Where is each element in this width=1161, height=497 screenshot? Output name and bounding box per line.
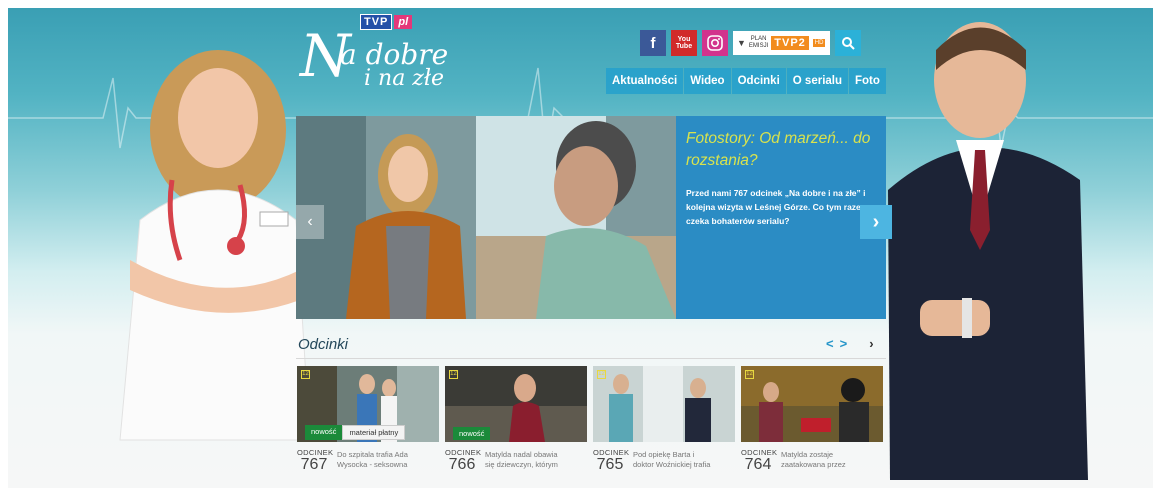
nav-item-aktualnosci[interactable]: Aktualności [606, 68, 684, 94]
new-badge: nowość [305, 425, 343, 440]
episode-thumbnail[interactable]: 12 nowość materiał płatny [297, 366, 439, 442]
episode-number-box: ODCINEK 765 [593, 448, 629, 473]
episode-number-box: ODCINEK 767 [297, 448, 333, 473]
episode-meta: ODCINEK 765 Pod opiekę Barta i doktor Woź… [593, 448, 735, 473]
divider [296, 358, 886, 359]
episode-description: Matylda nadal obawia się dziewczyn, który… [485, 450, 558, 469]
episode-card[interactable]: 12 nowość materiał płatny ODCINEK 767 Do… [297, 366, 439, 473]
social-bar: f You Tube ▼ PLAN EMISJI TVP2 HD [640, 30, 862, 56]
youtube-icon[interactable]: You Tube [671, 30, 697, 56]
nav-item-foto[interactable]: Foto [849, 68, 886, 94]
page: TVP pl N a dobre i na złe f You Tube ▼ PL… [0, 0, 1161, 497]
episodes-pager: < > › [826, 336, 874, 351]
hero-next-button[interactable]: › [860, 205, 892, 239]
hero-photo[interactable] [296, 116, 676, 319]
search-icon [842, 37, 856, 50]
nav-item-wideo[interactable]: Wideo [684, 68, 731, 94]
episodes-next-icon[interactable]: > [840, 336, 848, 351]
show-logo-line2: i na złe [364, 66, 445, 91]
episode-number: 767 [300, 456, 328, 473]
episodes-heading[interactable]: Odcinki [298, 336, 348, 353]
episode-number: 766 [448, 456, 476, 473]
episode-card[interactable]: 12 ODCINEK 764 Matylda zostaje zaatakowan… [741, 366, 883, 473]
episode-meta: ODCINEK 767 Do szpitala trafia Ada Wysock… [297, 448, 439, 473]
episode-description: Pod opiekę Barta i doktor Woźnickiej traf… [633, 450, 711, 469]
hero-slider: Fotostory: Od marzeń... do rozstania? Pr… [296, 116, 886, 319]
episode-thumbnail-image [741, 366, 883, 442]
episode-thumbnail[interactable]: 12 [593, 366, 735, 442]
episode-number-box: ODCINEK 766 [445, 448, 481, 473]
episodes-more-icon[interactable]: › [869, 336, 873, 351]
tvp-logo-pl: pl [394, 15, 413, 29]
doctor-woman-photo [119, 50, 311, 441]
dropdown-arrow-icon: ▼ [737, 38, 746, 48]
episode-thumbnail[interactable]: 12 [741, 366, 883, 442]
episode-meta: ODCINEK 764 Matylda zostaje zaatakowana p… [741, 448, 883, 473]
episode-badges: nowość [453, 427, 491, 440]
episode-list: 12 nowość materiał płatny ODCINEK 767 Do… [297, 366, 883, 473]
nav-item-odcinki[interactable]: Odcinki [731, 68, 786, 94]
schedule-label: PLAN EMISJI [748, 36, 769, 49]
nav-item-o-serialu[interactable]: O serialu [786, 68, 848, 94]
episode-badges: nowość materiał płatny [305, 425, 406, 440]
episode-number-box: ODCINEK 764 [741, 448, 777, 473]
hero-title[interactable]: Fotostory: Od marzeń... do rozstania? [686, 128, 876, 172]
tvp-pl-logo[interactable]: TVP pl [360, 14, 413, 30]
age-rating-badge: 12 [449, 370, 458, 379]
tvp-logo-text: TVP [360, 14, 393, 30]
new-badge: nowość [453, 427, 491, 440]
search-button[interactable] [835, 30, 862, 56]
episode-description: Matylda zostaje zaatakowana przez [781, 450, 846, 469]
facebook-icon[interactable]: f [640, 30, 666, 56]
channel-logo: TVP2 [771, 36, 809, 50]
hero-description: Przed nami 767 odcinek „Na dobre i na zł… [686, 188, 869, 226]
main-nav: Aktualności Wideo Odcinki O serialu Foto [606, 68, 887, 94]
instagram-icon[interactable] [702, 30, 728, 56]
hero-prev-button[interactable]: ‹ [296, 205, 324, 239]
age-rating-badge: 12 [301, 370, 310, 379]
episode-card[interactable]: 12 ODCINEK 765 Pod opiekę Barta i doktor … [593, 366, 735, 473]
episode-thumbnail[interactable]: 12 nowość [445, 366, 587, 442]
episode-number: 765 [596, 456, 624, 473]
hero-caption-panel[interactable]: Fotostory: Od marzeń... do rozstania? Pr… [676, 116, 886, 319]
hd-badge: HD [811, 38, 827, 48]
paid-badge: materiał płatny [342, 425, 406, 440]
schedule-button[interactable]: ▼ PLAN EMISJI TVP2 HD [733, 31, 831, 55]
episodes-prev-icon[interactable]: < [826, 336, 834, 351]
episode-description: Do szpitala trafia Ada Wysocka - seksowna [337, 450, 408, 469]
doctor-man-photo [888, 22, 1088, 480]
episode-number: 764 [744, 456, 772, 473]
age-rating-badge: 12 [745, 370, 754, 379]
episode-thumbnail-image [593, 366, 735, 442]
episode-card[interactable]: 12 nowość ODCINEK 766 Matylda nadal obaw… [445, 366, 587, 473]
episode-meta: ODCINEK 766 Matylda nadal obawia się dzie… [445, 448, 587, 473]
age-rating-badge: 12 [597, 370, 606, 379]
